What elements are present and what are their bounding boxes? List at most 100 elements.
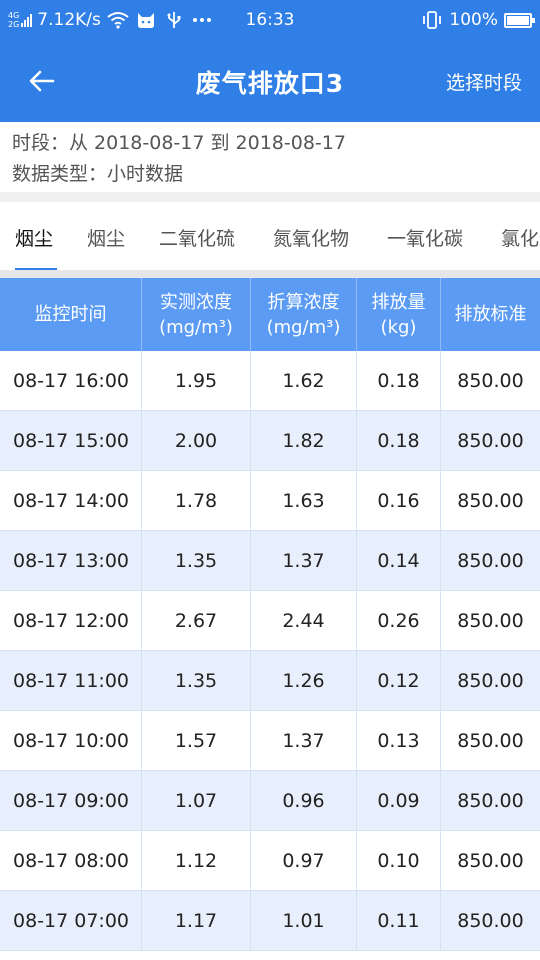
cell-emission-amount: 0.18 xyxy=(357,411,441,471)
usb-icon xyxy=(163,11,185,29)
cell-monitor-time: 08-17 07:00 xyxy=(0,891,142,951)
cell-measured-concentration: 2.00 xyxy=(142,411,251,471)
cell-emission-standard: 850.00 xyxy=(457,490,524,512)
cell-converted-concentration: 0.96 xyxy=(251,771,357,831)
battery-icon xyxy=(504,12,535,28)
cell-emission-standard: 850.00 xyxy=(457,730,524,752)
cell-measured-concentration: 2.67 xyxy=(142,591,251,651)
cell-emission-standard: 850.00 xyxy=(457,910,524,932)
tab-smoke-dust-2[interactable]: 烟尘 xyxy=(87,224,125,251)
cell-emission-amount: 0.12 xyxy=(357,651,441,711)
cell-emission-amount: 0.16 xyxy=(357,471,441,531)
cell-converted-concentration: 1.01 xyxy=(251,891,357,951)
section-divider xyxy=(0,192,540,202)
network-type-top: 4G xyxy=(8,11,20,20)
period-text: 时段：从 2018-08-17 到 2018-08-17 xyxy=(12,132,346,154)
cell-emission-amount: 0.10 xyxy=(357,831,441,891)
more-icon xyxy=(191,11,213,29)
cell-emission-standard: 850.00 xyxy=(457,430,524,452)
table-header: 监控时间 实测浓度 (mg/m³) 折算浓度 (mg/m³) 排放量 (kg) … xyxy=(0,278,540,351)
cell-converted-concentration: 2.44 xyxy=(251,591,357,651)
network-type: 4G 2G xyxy=(8,11,19,29)
cell-emission-amount: 0.13 xyxy=(357,711,441,771)
cell-measured-concentration: 1.57 xyxy=(142,711,251,771)
cell-monitor-time: 08-17 09:00 xyxy=(0,771,142,831)
column-monitor-time: 监控时间 xyxy=(0,278,142,351)
tab-nitrogen-oxides[interactable]: 氮氧化物 xyxy=(273,224,349,251)
tabs-divider xyxy=(0,270,540,278)
cell-monitor-time: 08-17 16:00 xyxy=(0,351,142,411)
cell-emission-standard: 850.00 xyxy=(457,370,524,392)
column-label: 排放量 xyxy=(371,291,426,313)
column-label: 折算浓度 xyxy=(267,291,340,313)
app-header: 废气排放口3 选择时段 xyxy=(0,40,540,122)
cell-emission-standard: 850.00 xyxy=(457,550,524,572)
table-row: 08-17 12:00 2.67 2.44 0.26 850.00 xyxy=(0,591,540,651)
table-row: 08-17 07:00 1.17 1.01 0.11 850.00 xyxy=(0,891,540,951)
cell-converted-concentration: 1.37 xyxy=(251,531,357,591)
column-unit: (mg/m³) xyxy=(159,316,233,338)
table-row: 08-17 10:00 1.57 1.37 0.13 850.00 xyxy=(0,711,540,771)
cell-measured-concentration: 1.95 xyxy=(142,351,251,411)
cell-measured-concentration: 1.12 xyxy=(142,831,251,891)
tab-smoke-dust[interactable]: 烟尘 xyxy=(15,224,53,251)
cell-converted-concentration: 1.62 xyxy=(251,351,357,411)
cell-monitor-time: 08-17 11:00 xyxy=(0,651,142,711)
cell-monitor-time: 08-17 15:00 xyxy=(0,411,142,471)
select-period-button[interactable]: 选择时段 xyxy=(446,68,522,95)
cell-emission-standard: 850.00 xyxy=(457,790,524,812)
pollutant-tabs: 烟尘 烟尘 二氧化硫 氮氧化物 一氧化碳 氯化 xyxy=(0,202,540,272)
vibrate-icon xyxy=(421,11,443,29)
column-label: 排放标准 xyxy=(454,304,527,325)
cat-icon xyxy=(135,11,157,29)
status-bar: 4G 2G 7.12K/s 16:33 100% xyxy=(0,0,540,40)
network-type-bottom: 2G xyxy=(8,20,20,29)
cell-emission-standard: 850.00 xyxy=(457,670,524,692)
column-unit: (kg) xyxy=(380,316,417,338)
cell-emission-amount: 0.18 xyxy=(357,351,441,411)
cell-monitor-time: 08-17 10:00 xyxy=(0,711,142,771)
table-row: 08-17 11:00 1.35 1.26 0.12 850.00 xyxy=(0,651,540,711)
cell-emission-standard: 850.00 xyxy=(457,850,524,872)
battery-percent: 100% xyxy=(449,10,498,30)
table-row: 08-17 08:00 1.12 0.97 0.10 850.00 xyxy=(0,831,540,891)
cell-emission-amount: 0.26 xyxy=(357,591,441,651)
cell-converted-concentration: 0.97 xyxy=(251,831,357,891)
cell-measured-concentration: 1.35 xyxy=(142,651,251,711)
cell-measured-concentration: 1.07 xyxy=(142,771,251,831)
cell-emission-amount: 0.11 xyxy=(357,891,441,951)
table-row: 08-17 09:00 1.07 0.96 0.09 850.00 xyxy=(0,771,540,831)
query-info: 时段：从 2018-08-17 到 2018-08-17 数据类型：小时数据 xyxy=(0,122,540,192)
table-row: 08-17 16:00 1.95 1.62 0.18 850.00 xyxy=(0,351,540,411)
column-label: 实测浓度 xyxy=(160,291,232,313)
column-measured-concentration: 实测浓度 (mg/m³) xyxy=(142,278,251,351)
status-right: 100% xyxy=(421,0,535,40)
cell-converted-concentration: 1.82 xyxy=(251,411,357,471)
signal-icon xyxy=(21,13,33,27)
tab-chloride[interactable]: 氯化 xyxy=(501,224,539,251)
cell-emission-amount: 0.14 xyxy=(357,531,441,591)
cell-monitor-time: 08-17 13:00 xyxy=(0,531,142,591)
cell-monitor-time: 08-17 14:00 xyxy=(0,471,142,531)
status-left: 4G 2G 7.12K/s xyxy=(8,0,219,40)
column-converted-concentration: 折算浓度 (mg/m³) xyxy=(251,278,357,351)
cell-measured-concentration: 1.78 xyxy=(142,471,251,531)
tab-carbon-monoxide[interactable]: 一氧化碳 xyxy=(387,224,463,251)
cell-converted-concentration: 1.26 xyxy=(251,651,357,711)
cell-emission-amount: 0.09 xyxy=(357,771,441,831)
cell-monitor-time: 08-17 08:00 xyxy=(0,831,142,891)
cell-measured-concentration: 1.17 xyxy=(142,891,251,951)
cell-converted-concentration: 1.63 xyxy=(251,471,357,531)
table-row: 08-17 13:00 1.35 1.37 0.14 850.00 xyxy=(0,531,540,591)
network-speed: 7.12K/s xyxy=(37,10,101,30)
tab-sulfur-dioxide[interactable]: 二氧化硫 xyxy=(159,224,235,251)
table-row: 08-17 14:00 1.78 1.63 0.16 850.00 xyxy=(0,471,540,531)
column-emission-amount: 排放量 (kg) xyxy=(357,278,441,351)
cell-measured-concentration: 1.35 xyxy=(142,531,251,591)
column-emission-standard: 排放标准 xyxy=(441,278,540,351)
table-row: 08-17 15:00 2.00 1.82 0.18 850.00 xyxy=(0,411,540,471)
column-label: 监控时间 xyxy=(34,304,107,325)
cell-converted-concentration: 1.37 xyxy=(251,711,357,771)
wifi-icon xyxy=(107,11,129,29)
data-type-text: 数据类型：小时数据 xyxy=(12,163,184,185)
